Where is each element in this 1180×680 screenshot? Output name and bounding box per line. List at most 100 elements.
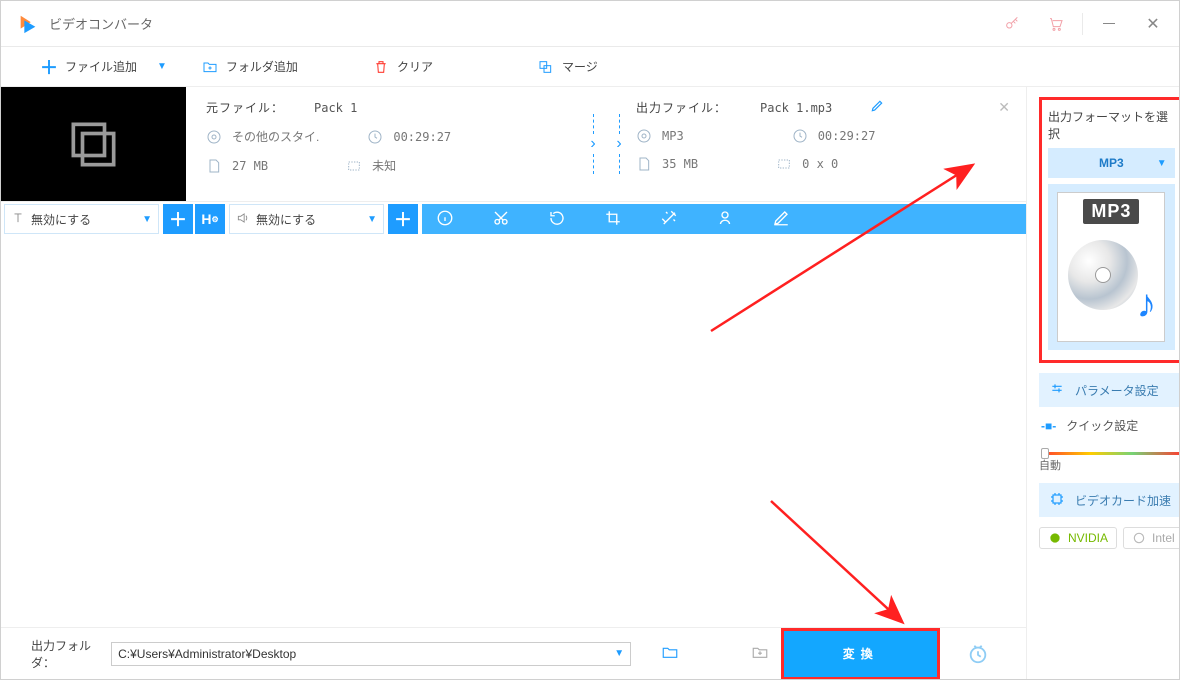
output-file-name: Pack 1.mp3 <box>760 101 832 115</box>
subtitle-select[interactable]: 無効にする ▼ <box>4 204 159 234</box>
output-path-input[interactable]: C:¥Users¥Administrator¥Desktop ▼ <box>111 642 631 666</box>
merge-icon <box>538 59 554 75</box>
folder-plus-icon <box>202 59 218 75</box>
gpu-chips: NVIDIA Intel <box>1039 527 1179 549</box>
audio-value: 無効にする <box>256 211 361 228</box>
trash-icon <box>373 59 389 75</box>
intel-chip[interactable]: Intel <box>1123 527 1179 549</box>
cut-icon[interactable] <box>492 209 510 230</box>
app-window: ビデオコンバータ ✕ ＋ ファイル追加 ▼ フォルダ追加 クリア マージ <box>0 0 1180 680</box>
text-icon <box>11 211 25 228</box>
app-title: ビデオコンバータ <box>49 14 990 33</box>
format-badge: MP3 <box>1083 199 1139 224</box>
add-file-dropdown-icon[interactable]: ▼ <box>157 61 167 72</box>
add-audio-button[interactable]: ＋ <box>388 204 418 234</box>
minimize-button[interactable] <box>1087 2 1131 46</box>
item-toolstrip: 無効にする ▼ ＋ H⚙ 無効にする ▼ ＋ <box>1 202 1026 236</box>
quick-settings-header: -■- クイック設定 <box>1039 417 1179 434</box>
conversion-arrow: › › <box>576 99 636 189</box>
schedule-icon[interactable] <box>960 632 996 676</box>
open-folder-icon[interactable] <box>751 643 769 664</box>
quick-settings-label: クイック設定 <box>1066 417 1138 434</box>
add-folder-label: フォルダ追加 <box>226 58 298 75</box>
output-folder-label: 出力フォルダ： <box>31 637 99 671</box>
disc-icon <box>1068 240 1138 310</box>
separator <box>1082 13 1083 35</box>
file-item[interactable]: 元ファイル： Pack 1 その他のスタイ. 00:29:27 27 MB 未知 <box>1 87 1026 202</box>
source-file-label: 元ファイル： <box>206 99 286 116</box>
speaker-icon <box>236 211 250 228</box>
format-card: MP3 ♪ <box>1057 192 1165 342</box>
watermark-icon[interactable] <box>716 209 734 230</box>
output-resolution: 0 x 0 <box>802 157 838 171</box>
style-value: その他のスタイ. <box>232 128 319 145</box>
output-path-value: C:¥Users¥Administrator¥Desktop <box>118 647 296 661</box>
merge-label: マージ <box>562 58 598 75</box>
chevron-down-icon: ▼ <box>1157 158 1167 169</box>
resolution-icon <box>776 156 792 172</box>
parameter-settings-button[interactable]: パラメータ設定 <box>1039 373 1179 407</box>
bottom-bar: 出力フォルダ： C:¥Users¥Administrator¥Desktop ▼… <box>1 627 1026 679</box>
edit-icon[interactable] <box>772 209 790 230</box>
browse-folder-icon[interactable] <box>661 643 679 664</box>
source-size: 27 MB <box>232 159 268 173</box>
convert-button[interactable]: 変換 <box>781 628 940 680</box>
cart-icon[interactable] <box>1034 2 1078 46</box>
chevron-down-icon: ▼ <box>367 214 377 225</box>
sliders-icon <box>1049 381 1065 400</box>
rotate-icon[interactable] <box>548 209 566 230</box>
add-subtitle-button[interactable]: ＋ <box>163 204 193 234</box>
sidebar: 出力フォーマットを選択 MP3 ▼ MP3 ♪ <box>1026 87 1179 679</box>
crop-icon[interactable] <box>604 209 622 230</box>
add-file-button[interactable]: ＋ ファイル追加 <box>41 58 137 75</box>
file-icon <box>206 158 222 174</box>
output-duration: 00:29:27 <box>818 129 876 143</box>
thumbnail <box>1 87 186 201</box>
subtitle-value: 無効にする <box>31 211 136 228</box>
format-dropdown[interactable]: MP3 ▼ <box>1048 148 1175 178</box>
add-folder-button[interactable]: フォルダ追加 <box>202 58 298 75</box>
parameter-settings-label: パラメータ設定 <box>1075 382 1159 399</box>
plus-icon: ＋ <box>41 59 57 75</box>
source-resolution: 未知 <box>372 157 396 174</box>
slider-value-label: 自動 <box>1039 457 1179 473</box>
effects-icon[interactable] <box>660 209 678 230</box>
merge-button[interactable]: マージ <box>538 58 598 75</box>
gear-icon <box>206 129 222 145</box>
close-button[interactable]: ✕ <box>1131 2 1175 46</box>
intel-label: Intel <box>1152 531 1175 545</box>
remove-item-icon[interactable]: ✕ <box>998 99 1010 116</box>
empty-area <box>1 236 1026 627</box>
clock-icon <box>792 128 808 144</box>
edit-tools <box>422 204 1026 234</box>
convert-label: 変換 <box>843 645 879 662</box>
nvidia-chip[interactable]: NVIDIA <box>1039 527 1117 549</box>
format-icon <box>636 128 652 144</box>
titlebar: ビデオコンバータ ✕ <box>1 1 1179 47</box>
key-icon[interactable] <box>990 2 1034 46</box>
chevron-down-icon: ▼ <box>614 648 624 659</box>
output-format-panel: 出力フォーマットを選択 MP3 ▼ MP3 ♪ <box>1039 97 1179 363</box>
audio-track-select[interactable]: 無効にする ▼ <box>229 204 384 234</box>
clear-label: クリア <box>397 58 433 75</box>
dash-icon: -■- <box>1041 419 1056 433</box>
nvidia-label: NVIDIA <box>1068 531 1108 545</box>
gpu-accel-button[interactable]: ビデオカード加速 <box>1039 483 1179 517</box>
clear-button[interactable]: クリア <box>373 58 433 75</box>
music-note-icon: ♪ <box>1136 282 1156 327</box>
hardcode-subtitle-button[interactable]: H⚙ <box>195 204 225 234</box>
add-file-label: ファイル追加 <box>65 58 137 75</box>
quality-slider[interactable]: 自動 <box>1039 444 1179 473</box>
file-icon <box>636 156 652 172</box>
output-file-label: 出力ファイル： <box>636 99 732 116</box>
format-selected: MP3 <box>1099 156 1124 170</box>
output-format: MP3 <box>662 129 684 143</box>
gpu-accel-label: ビデオカード加速 <box>1075 492 1171 509</box>
resolution-icon <box>346 158 362 174</box>
output-size: 35 MB <box>662 157 698 171</box>
app-logo-icon <box>17 13 39 35</box>
chevron-down-icon: ▼ <box>142 214 152 225</box>
info-icon[interactable] <box>436 209 454 230</box>
edit-output-name-icon[interactable] <box>870 99 884 116</box>
source-file-name: Pack 1 <box>314 101 357 115</box>
